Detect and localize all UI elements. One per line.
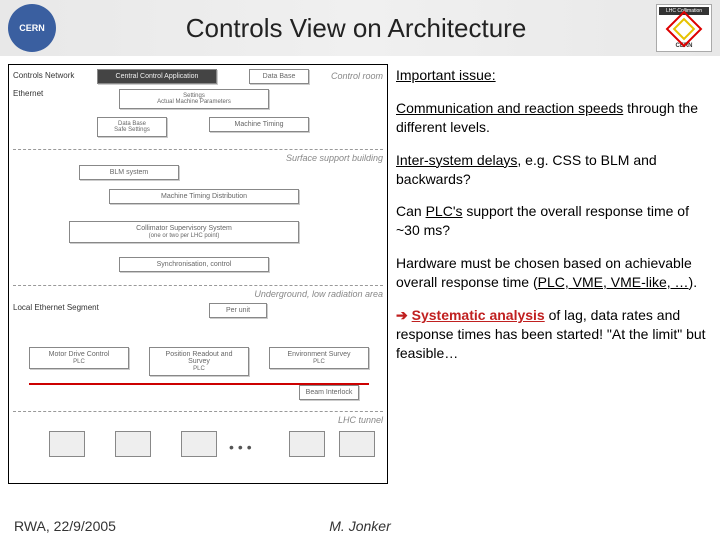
node-css-sub: (one or two per LHC point) <box>149 233 220 239</box>
node-css-title: Collimator Supervisory System <box>136 225 232 232</box>
collimation-logo-icon: LHC Collimation CERN <box>656 4 712 52</box>
node-per-unit: Per unit <box>209 303 267 318</box>
plc-q-a: Can <box>396 203 426 219</box>
systematic-analysis-label: Systematic analysis <box>412 307 545 323</box>
node-pos-l1: Position Readout and Survey <box>166 351 233 365</box>
important-issue-label: Important issue: <box>396 67 496 83</box>
slide-footer: RWA, 22/9/2005 M. Jonker <box>0 518 720 534</box>
comm-speeds-u: Communication and reaction speeds <box>396 100 623 116</box>
node-sync: Synchronisation, control <box>119 257 269 272</box>
node-timing-dist: Machine Timing Distribution <box>109 189 299 204</box>
hw-c: ). <box>689 274 698 290</box>
p-systematic: ➔ Systematic analysis of lag, data rates… <box>396 306 712 363</box>
node-data-base-top: Data Base <box>249 69 309 84</box>
node-env-l1: Environment Survey <box>287 351 350 358</box>
node-machine-timing: Machine Timing <box>209 117 309 132</box>
p-plc-question: Can PLC's support the overall response t… <box>396 202 712 240</box>
node-motor-l2: PLC <box>73 359 85 365</box>
divider-1 <box>13 149 383 150</box>
label-controls-network: Controls Network <box>13 71 74 80</box>
label-ethernet: Ethernet <box>13 89 43 98</box>
divider-3 <box>13 411 383 412</box>
slide-title: Controls View on Architecture <box>56 13 656 44</box>
p-comm-speeds: Communication and reaction speeds throug… <box>396 99 712 137</box>
node-env-l2: PLC <box>313 359 325 365</box>
footer-date: RWA, 22/9/2005 <box>0 518 116 534</box>
tunnel-device-icon <box>181 431 217 457</box>
node-settings: Settings Actual Machine Parameters <box>119 89 269 109</box>
node-pos-l2: PLC <box>193 366 205 372</box>
tunnel-device-icon <box>49 431 85 457</box>
node-settings-l2: Actual Machine Parameters <box>157 99 231 105</box>
arrow-icon: ➔ <box>396 307 408 323</box>
label-control-room: Control room <box>331 71 383 81</box>
collimation-diamond-icon <box>666 11 703 48</box>
node-env: Environment Survey PLC <box>269 347 369 369</box>
label-local-ethernet: Local Ethernet Segment <box>13 303 99 312</box>
plc-q-b: PLC's <box>426 203 463 219</box>
label-surface: Surface support building <box>286 153 383 163</box>
tunnel-device-icon <box>115 431 151 457</box>
node-data-base: Data Base Safe Settings <box>97 117 167 137</box>
ellipsis-icon: ••• <box>229 439 256 455</box>
p-important-issue: Important issue: <box>396 66 712 85</box>
node-position: Position Readout and Survey PLC <box>149 347 249 376</box>
label-underground: Underground, low radiation area <box>254 289 383 299</box>
tunnel-device-icon <box>289 431 325 457</box>
divider-2 <box>13 285 383 286</box>
hw-b: PLC, VME, VME-like, … <box>538 274 689 290</box>
node-motor-l1: Motor Drive Control <box>49 351 110 358</box>
footer-author: M. Jonker <box>329 518 390 534</box>
text-column: Important issue: Communication and react… <box>396 64 712 496</box>
node-beam-interlock: Beam Interlock <box>299 385 359 400</box>
tunnel-device-icon <box>339 431 375 457</box>
slide-header: Controls View on Architecture LHC Collim… <box>0 0 720 56</box>
architecture-diagram: Controls Network Ethernet Control room C… <box>8 64 388 484</box>
node-db-l2: Safe Settings <box>114 127 150 133</box>
p-inter-system: Inter-system delays, e.g. CSS to BLM and… <box>396 151 712 189</box>
cern-logo-icon <box>8 4 56 52</box>
inter-system-u: Inter-system delays <box>396 152 517 168</box>
node-blm: BLM system <box>79 165 179 180</box>
node-central-app: Central Control Application <box>97 69 217 84</box>
p-hardware: Hardware must be chosen based on achieva… <box>396 254 712 292</box>
slide-content: Controls Network Ethernet Control room C… <box>0 56 720 496</box>
node-motor: Motor Drive Control PLC <box>29 347 129 369</box>
node-css: Collimator Supervisory System (one or tw… <box>69 221 299 243</box>
red-bus-line <box>29 383 369 385</box>
label-tunnel: LHC tunnel <box>338 415 383 425</box>
